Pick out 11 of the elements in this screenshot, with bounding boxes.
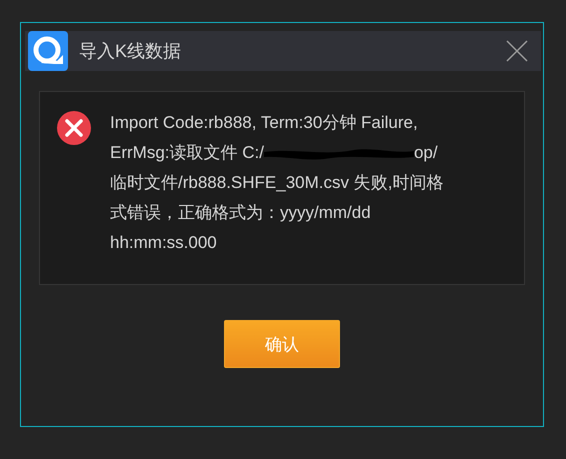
message-line: ErrMsg:读取文件 C:/ bbox=[110, 142, 264, 164]
message-line: 临时文件/rb888.SHFE_30M.csv 失败,时间格 bbox=[110, 172, 444, 194]
message-line: Import Code:rb888, Term:30分钟 Failure, bbox=[110, 112, 419, 134]
close-button[interactable] bbox=[505, 39, 529, 63]
confirm-button[interactable]: 确认 bbox=[224, 320, 340, 368]
window-title: 导入K线数据 bbox=[79, 40, 182, 63]
error-icon bbox=[56, 110, 92, 146]
app-logo-icon bbox=[27, 31, 69, 71]
message-line: 式错误，正确格式为：yyyy/mm/dd bbox=[110, 202, 372, 224]
message-line: op/ bbox=[414, 142, 438, 164]
message-line: hh:mm:ss.000 bbox=[110, 232, 218, 254]
